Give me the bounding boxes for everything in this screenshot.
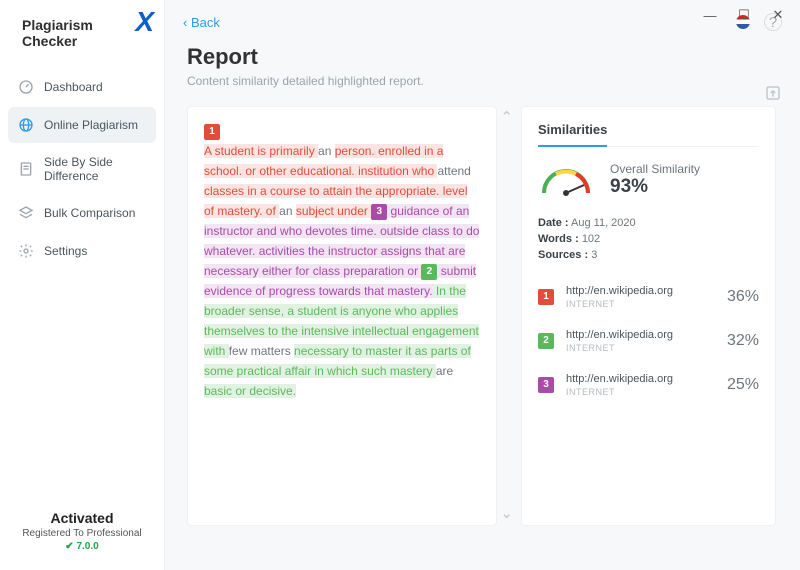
sidebar-item-label: Online Plagiarism <box>44 118 138 132</box>
overall-label: Overall Similarity <box>610 162 700 176</box>
document-text: A student is primarily an person. enroll… <box>204 144 479 398</box>
similarities-title: Similarities <box>538 122 607 147</box>
main-panel: ‹ Back ? Report Content similarity detai… <box>165 0 800 570</box>
overall-similarity-row: Overall Similarity 93% <box>538 161 759 199</box>
sidebar-item-bulk-comparison[interactable]: Bulk Comparison <box>8 195 156 231</box>
sidebar: Plagiarism X Checker Dashboard Online Pla… <box>0 0 165 570</box>
text-segment: necessary to master it as parts <box>294 344 461 358</box>
scroll-up-icon[interactable]: ⌃ <box>500 108 513 128</box>
text-segment: are <box>436 364 453 378</box>
text-segment: subject under <box>296 204 371 218</box>
content-row: ⌃ ⌄ 1 A student is primarily an person. … <box>165 96 800 526</box>
source-badge: 2 <box>538 333 554 349</box>
document-icon <box>18 161 34 177</box>
overall-percent: 93% <box>610 176 700 198</box>
sidebar-nav: Dashboard Online Plagiarism Side By Side… <box>0 69 164 498</box>
scroll-down-icon[interactable]: ⌄ <box>500 504 513 524</box>
text-segment: few matters <box>229 344 294 358</box>
source-badge: 1 <box>538 289 554 305</box>
source-badge-2[interactable]: 2 <box>421 264 437 280</box>
sidebar-footer: Activated Registered To Professional ✔ 7… <box>0 498 164 570</box>
logo-line2: Checker <box>22 33 152 49</box>
meta-words: Words : 102 <box>538 233 759 245</box>
similarities-panel: Similarities Overall Similarity 93% Date… <box>521 106 776 526</box>
source-percent: 36% <box>727 288 759 306</box>
source-type: INTERNET <box>566 299 727 309</box>
app-logo: Plagiarism X Checker <box>0 0 164 69</box>
sidebar-item-settings[interactable]: Settings <box>8 233 156 269</box>
gauge-icon <box>18 79 34 95</box>
window-controls: — ☐ ✕ <box>702 0 800 30</box>
meta-date: Date : Aug 11, 2020 <box>538 217 759 229</box>
source-url: http://en.wikipedia.org <box>566 329 727 341</box>
logo-line1: Plagiarism <box>22 17 93 33</box>
maximize-button[interactable]: ☐ <box>736 7 752 23</box>
gear-icon <box>18 243 34 259</box>
source-percent: 25% <box>727 376 759 394</box>
source-row[interactable]: 3 http://en.wikipedia.org INTERNET25% <box>538 363 759 407</box>
source-percent: 32% <box>727 332 759 350</box>
source-badge-3[interactable]: 3 <box>371 204 387 220</box>
export-icon[interactable] <box>764 84 782 102</box>
text-segment: an <box>279 204 296 218</box>
registration-info: Registered To Professional <box>0 528 164 539</box>
sidebar-item-dashboard[interactable]: Dashboard <box>8 69 156 105</box>
minimize-button[interactable]: — <box>702 7 718 23</box>
overall-similarity: Overall Similarity 93% <box>610 162 700 198</box>
source-url: http://en.wikipedia.org <box>566 285 727 297</box>
globe-icon <box>18 117 34 133</box>
source-type: INTERNET <box>566 343 727 353</box>
source-badge-1[interactable]: 1 <box>204 124 220 140</box>
sidebar-item-label: Dashboard <box>44 80 103 94</box>
source-badge: 3 <box>538 377 554 393</box>
page-title: Report <box>187 44 778 70</box>
source-row[interactable]: 2 http://en.wikipedia.org INTERNET32% <box>538 319 759 363</box>
source-type: INTERNET <box>566 387 727 397</box>
sidebar-item-label: Side By Side Difference <box>44 155 146 183</box>
text-segment: A student is primarily <box>204 144 318 158</box>
page-header: Report Content similarity detailed highl… <box>165 44 800 96</box>
sources-list: 1http://en.wikipedia.orgINTERNET36%2http… <box>538 275 759 407</box>
close-button[interactable]: ✕ <box>770 7 786 23</box>
text-segment: attend <box>437 164 470 178</box>
logo-x-icon: X <box>135 14 154 29</box>
page-subtitle: Content similarity detailed highlighted … <box>187 74 778 88</box>
back-button[interactable]: ‹ Back <box>183 15 220 30</box>
sidebar-item-side-by-side[interactable]: Side By Side Difference <box>8 145 156 193</box>
text-segment: an <box>318 144 335 158</box>
stack-icon <box>18 205 34 221</box>
sidebar-item-label: Settings <box>44 244 87 258</box>
source-url: http://en.wikipedia.org <box>566 373 727 385</box>
activation-status: Activated <box>0 510 164 526</box>
document-panel[interactable]: ⌃ ⌄ 1 A student is primarily an person. … <box>187 106 497 526</box>
source-info: http://en.wikipedia.org INTERNET <box>566 373 727 397</box>
report-meta: Date : Aug 11, 2020 Words : 102 Sources … <box>538 217 759 261</box>
gauge-icon <box>538 161 594 199</box>
text-segment: basic or decisive. <box>204 384 296 398</box>
source-info: http://en.wikipedia.org INTERNET <box>566 329 727 353</box>
source-row[interactable]: 1 http://en.wikipedia.org INTERNET36% <box>538 275 759 319</box>
version-label: ✔ 7.0.0 <box>0 541 164 552</box>
sidebar-item-online-plagiarism[interactable]: Online Plagiarism <box>8 107 156 143</box>
source-info: http://en.wikipedia.org INTERNET <box>566 285 727 309</box>
meta-sources: Sources : 3 <box>538 249 759 261</box>
sidebar-item-label: Bulk Comparison <box>44 206 135 220</box>
